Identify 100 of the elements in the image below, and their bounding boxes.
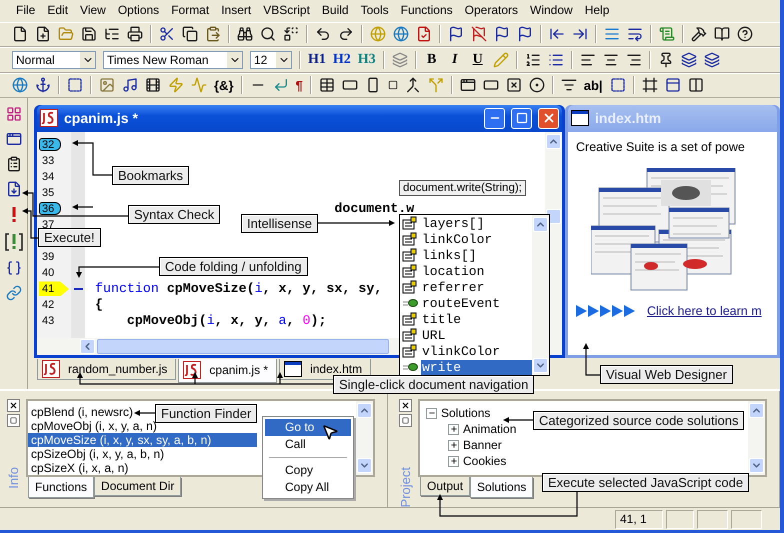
link-icon[interactable] [6, 284, 22, 301]
anchor-icon[interactable] [35, 77, 51, 94]
tree-list-icon[interactable] [104, 26, 120, 42]
function-item[interactable]: cpBlend (i, newsrc) [28, 405, 134, 420]
heading-button[interactable]: H2 [332, 52, 351, 68]
menu-item[interactable]: Options [112, 2, 166, 17]
layers-icon[interactable] [704, 52, 720, 68]
return-arrow-icon[interactable] [272, 77, 289, 94]
autocomplete-item[interactable]: referrer [421, 280, 532, 294]
bracket-exclamation-icon[interactable] [4, 232, 22, 251]
scroll-icon[interactable] [659, 26, 675, 42]
function-item[interactable]: cpMoveSize (i, x, y, sx, sy, a, b, n) [28, 433, 257, 448]
bullet-list-icon[interactable] [548, 52, 564, 68]
expander-icon[interactable] [448, 456, 459, 467]
autocomplete-item[interactable]: vlinkColor [421, 344, 532, 358]
file-plus-icon[interactable] [35, 26, 51, 42]
book-icon[interactable] [714, 26, 730, 42]
document-tab[interactable]: cpanim.js * [178, 358, 278, 383]
menu-item[interactable]: Copy All [265, 479, 351, 496]
tree-item[interactable]: Animation [463, 422, 516, 436]
image-icon[interactable] [99, 77, 115, 94]
close-button[interactable] [6, 399, 20, 412]
merge-icon[interactable] [404, 77, 421, 94]
scissors-icon[interactable] [159, 26, 175, 42]
hammer-icon[interactable] [691, 26, 707, 42]
heading-button[interactable]: H3 [358, 52, 376, 68]
tree-item[interactable]: Cookies [463, 454, 506, 468]
paragraph-button[interactable]: ¶ [296, 78, 303, 93]
search-icon[interactable] [260, 26, 276, 42]
menu-item[interactable]: Tools [354, 2, 395, 17]
panel-tab[interactable]: Functions [28, 477, 94, 498]
panel-tab[interactable]: Output [420, 477, 470, 496]
flag-icon[interactable] [517, 26, 533, 42]
cell-icon[interactable] [388, 80, 398, 90]
undo-icon[interactable] [315, 26, 331, 42]
menu-item[interactable]: Copy [265, 462, 351, 479]
font-select[interactable]: Times New Roman [103, 50, 243, 69]
globe-icon[interactable] [393, 26, 409, 42]
scroll-thumb[interactable] [97, 338, 389, 354]
film-icon[interactable] [145, 77, 161, 94]
menu-item[interactable]: Edit [41, 2, 74, 17]
menu-item[interactable]: Go to [265, 419, 351, 436]
clipboard-icon[interactable] [205, 26, 221, 42]
maximize-button[interactable] [511, 108, 532, 129]
style-select[interactable]: Normal [12, 50, 96, 69]
menu-item[interactable]: Functions [394, 2, 459, 17]
flag-icon[interactable] [494, 26, 510, 42]
printer-icon[interactable] [127, 26, 143, 42]
document-tab[interactable]: random_number.js [37, 358, 176, 380]
clipboard-icon[interactable] [6, 156, 22, 172]
file-check-icon[interactable] [416, 26, 432, 42]
redo-icon[interactable] [338, 26, 354, 42]
menu-item[interactable]: Operators [458, 2, 524, 17]
list-box-icon[interactable] [560, 77, 577, 94]
vertical-scrollbar[interactable] [356, 401, 373, 476]
layers-icon[interactable] [680, 52, 697, 68]
dashed-square-icon[interactable] [610, 77, 626, 94]
menu-item[interactable]: Build [316, 2, 355, 17]
autocomplete-item[interactable]: links[] [421, 248, 532, 262]
restore-button[interactable] [6, 414, 20, 428]
menu-item[interactable]: Format [165, 2, 216, 17]
autocomplete-item[interactable]: title [421, 312, 532, 326]
panel-tab[interactable]: Solutions [470, 477, 534, 498]
frame-icon[interactable] [642, 77, 658, 94]
binoculars-icon[interactable] [237, 26, 253, 42]
heading-button[interactable]: H1 [308, 52, 326, 68]
align-right-icon[interactable] [626, 52, 642, 68]
autocomplete-item[interactable]: layers[] [421, 216, 532, 230]
menu-item[interactable]: View [74, 2, 112, 17]
help-icon[interactable] [737, 26, 753, 42]
document-tab[interactable]: index.htm [279, 358, 372, 380]
menu-item[interactable]: VBScript [257, 2, 316, 17]
checkbox-icon[interactable] [506, 77, 522, 94]
color-grid-icon[interactable] [6, 106, 22, 122]
lines-icon[interactable] [604, 26, 620, 42]
learn-more-link[interactable]: Click here to learn m [647, 304, 762, 318]
vertical-scrollbar[interactable] [748, 401, 765, 476]
menu-item[interactable]: Call [265, 436, 351, 453]
window-list-icon[interactable] [6, 130, 22, 147]
size-select[interactable]: 12 [250, 50, 292, 69]
file-down-icon[interactable] [6, 180, 22, 197]
autocomplete-item[interactable]: routeEvent [421, 296, 532, 310]
panel-icon[interactable] [664, 77, 681, 94]
copy-icon[interactable] [182, 26, 198, 42]
vertical-scrollbar[interactable] [532, 215, 549, 375]
autocomplete-item[interactable]: location [421, 264, 532, 278]
music-note-icon[interactable] [122, 77, 138, 94]
text-style-button[interactable]: B [424, 52, 440, 68]
form-icon[interactable] [460, 77, 476, 94]
expander-icon[interactable] [448, 424, 459, 435]
function-item[interactable]: cpMoveObj (i, x, y, a, n) [28, 419, 157, 434]
file-icon[interactable] [12, 26, 28, 42]
autocomplete-item[interactable]: URL [421, 328, 532, 342]
menu-item[interactable]: Help [578, 2, 616, 17]
script-button[interactable]: {&} [214, 78, 234, 93]
align-center-icon[interactable] [602, 52, 619, 68]
flag-off-icon[interactable] [471, 26, 487, 42]
folder-icon[interactable] [58, 26, 74, 42]
tree-item[interactable]: Banner [463, 438, 502, 452]
pin-icon[interactable] [658, 52, 674, 68]
